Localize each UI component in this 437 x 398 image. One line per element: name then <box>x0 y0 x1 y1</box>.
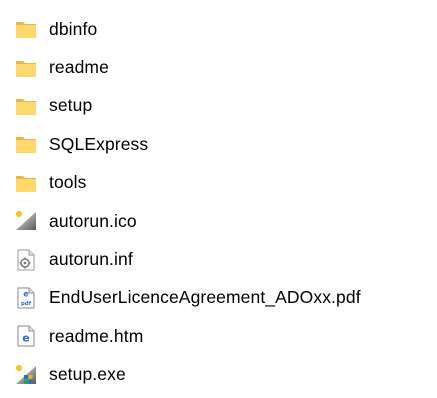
file-name: readme <box>49 57 109 78</box>
file-item-eula-pdf[interactable]: e pdf EndUserLicenceAgreement_ADOxx.pdf <box>14 279 434 317</box>
file-item-setup[interactable]: setup <box>14 87 434 125</box>
folder-icon <box>14 56 38 80</box>
file-list: dbinfo readme setup SQLExpress tools aut… <box>14 10 434 394</box>
file-item-tools[interactable]: tools <box>14 164 434 202</box>
pdf-badge: pdf <box>21 301 32 307</box>
exe-file-icon <box>14 363 38 387</box>
folder-icon <box>14 171 38 195</box>
file-name: setup.exe <box>49 364 126 385</box>
file-item-dbinfo[interactable]: dbinfo <box>14 10 434 48</box>
file-item-sqlexpress[interactable]: SQLExpress <box>14 125 434 163</box>
file-name: dbinfo <box>49 18 98 39</box>
file-item-setup-exe[interactable]: setup.exe <box>14 356 434 394</box>
file-name: tools <box>49 172 87 193</box>
svg-text:e: e <box>23 289 29 298</box>
file-item-readme[interactable]: readme <box>14 48 434 86</box>
svg-text:e: e <box>22 332 29 345</box>
icon-file-icon <box>14 209 38 233</box>
file-item-readme-htm[interactable]: e readme.htm <box>14 317 434 355</box>
settings-file-icon <box>14 248 38 272</box>
file-name: autorun.inf <box>49 249 133 270</box>
html-file-icon: e <box>14 324 38 348</box>
file-name: autorun.ico <box>49 210 137 231</box>
file-name: EndUserLicenceAgreement_ADOxx.pdf <box>49 287 361 308</box>
file-name: SQLExpress <box>49 133 149 154</box>
file-name: setup <box>49 95 93 116</box>
file-item-autorun-inf[interactable]: autorun.inf <box>14 240 434 278</box>
file-name: readme.htm <box>49 325 144 346</box>
file-item-autorun-ico[interactable]: autorun.ico <box>14 202 434 240</box>
folder-icon <box>14 132 38 156</box>
folder-icon <box>14 17 38 41</box>
folder-icon <box>14 94 38 118</box>
pdf-file-icon: e pdf <box>14 286 38 310</box>
